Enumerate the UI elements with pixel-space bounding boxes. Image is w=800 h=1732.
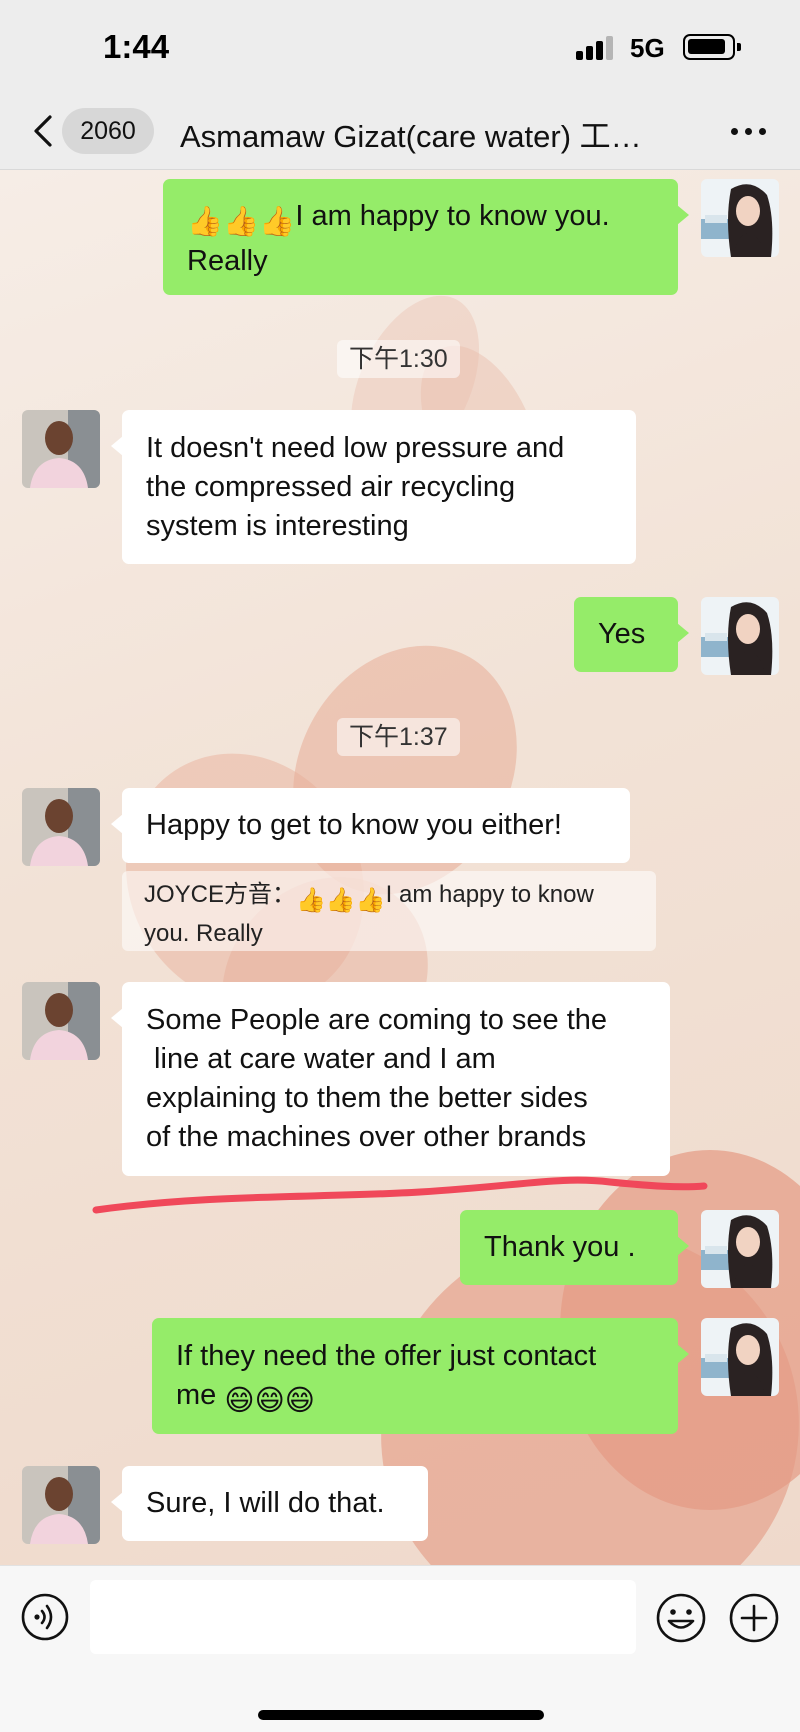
unread-count-badge[interactable]: 2060 (62, 108, 154, 154)
grinning-emoji: 😄😄😄 (224, 1385, 316, 1417)
message-text: If they need the offer just contact (176, 1340, 597, 1372)
quote-text: I am happy to know (385, 881, 594, 908)
thumbs-up-emoji: 👍👍👍 (296, 887, 386, 914)
status-time: 1:44 (103, 28, 170, 65)
message-text: of the machines over other brands (146, 1121, 587, 1153)
input-bar (0, 1565, 800, 1732)
message-text: system is interesting (146, 510, 409, 542)
message-bubble-incoming[interactable]: Some People are coming to see the line a… (111, 982, 670, 1176)
message-text: It doesn't need low pressure and (146, 432, 565, 464)
more-dots-icon[interactable] (728, 121, 768, 141)
message-text: the compressed air recycling (146, 471, 516, 503)
signal-icon (576, 36, 618, 60)
battery-icon (683, 34, 741, 60)
message-bubble-incoming[interactable]: Sure, I will do that. (111, 1466, 428, 1541)
message-text: explaining to them the better sides (146, 1082, 588, 1114)
quote-sender: JOYCE方音： (144, 881, 297, 908)
quoted-message[interactable]: JOYCE方音：👍👍👍I am happy to know you. Reall… (122, 871, 656, 951)
timestamp: 下午1:37 (337, 718, 460, 756)
contact-avatar[interactable] (22, 1466, 100, 1544)
message-text: Really (187, 245, 268, 277)
my-avatar[interactable] (701, 1210, 779, 1288)
message-text: Some People are coming to see the (146, 1004, 608, 1036)
my-avatar[interactable] (701, 179, 779, 257)
home-indicator (258, 1710, 544, 1720)
status-bar: 1:44 5G (0, 0, 800, 95)
message-text: me (176, 1379, 225, 1411)
message-bubble-outgoing[interactable]: Thank you . (460, 1210, 689, 1285)
contact-avatar[interactable] (22, 410, 100, 488)
message-text: Happy to get to know you either! (146, 809, 562, 841)
message-bubble-incoming[interactable]: It doesn't need low pressure and the com… (111, 410, 636, 564)
message-bubble-outgoing[interactable]: If they need the offer just contact me 😄… (152, 1318, 689, 1434)
message-input[interactable] (90, 1580, 636, 1654)
my-avatar[interactable] (701, 597, 779, 675)
plus-icon[interactable] (728, 1592, 780, 1644)
message-text: Sure, I will do that. (146, 1487, 385, 1519)
message-text: I am happy to know you. (295, 200, 610, 232)
contact-avatar[interactable] (22, 982, 100, 1060)
my-avatar[interactable] (701, 1318, 779, 1396)
chat-title[interactable]: Asmamaw Gizat(care water) 工… (180, 111, 670, 156)
network-type: 5G (630, 33, 665, 63)
message-text: Yes (598, 618, 646, 650)
chevron-left-icon[interactable] (30, 111, 60, 151)
message-text: Thank you . (484, 1231, 636, 1263)
emoji-icon[interactable] (655, 1592, 707, 1644)
message-bubble-outgoing[interactable]: 👍👍👍I am happy to know you. Really (163, 179, 689, 295)
voice-icon[interactable] (20, 1592, 70, 1642)
message-text: line at care water and I am (146, 1043, 496, 1075)
contact-avatar[interactable] (22, 788, 100, 866)
chat-header: 2060 Asmamaw Gizat(care water) 工… (0, 95, 800, 170)
message-bubble-incoming[interactable]: Happy to get to know you either! (111, 788, 630, 863)
timestamp: 下午1:30 (337, 340, 460, 378)
thumbs-up-emoji: 👍👍👍 (187, 206, 296, 238)
quote-text: you. Really (144, 920, 263, 947)
message-bubble-outgoing[interactable]: Yes (574, 597, 689, 672)
